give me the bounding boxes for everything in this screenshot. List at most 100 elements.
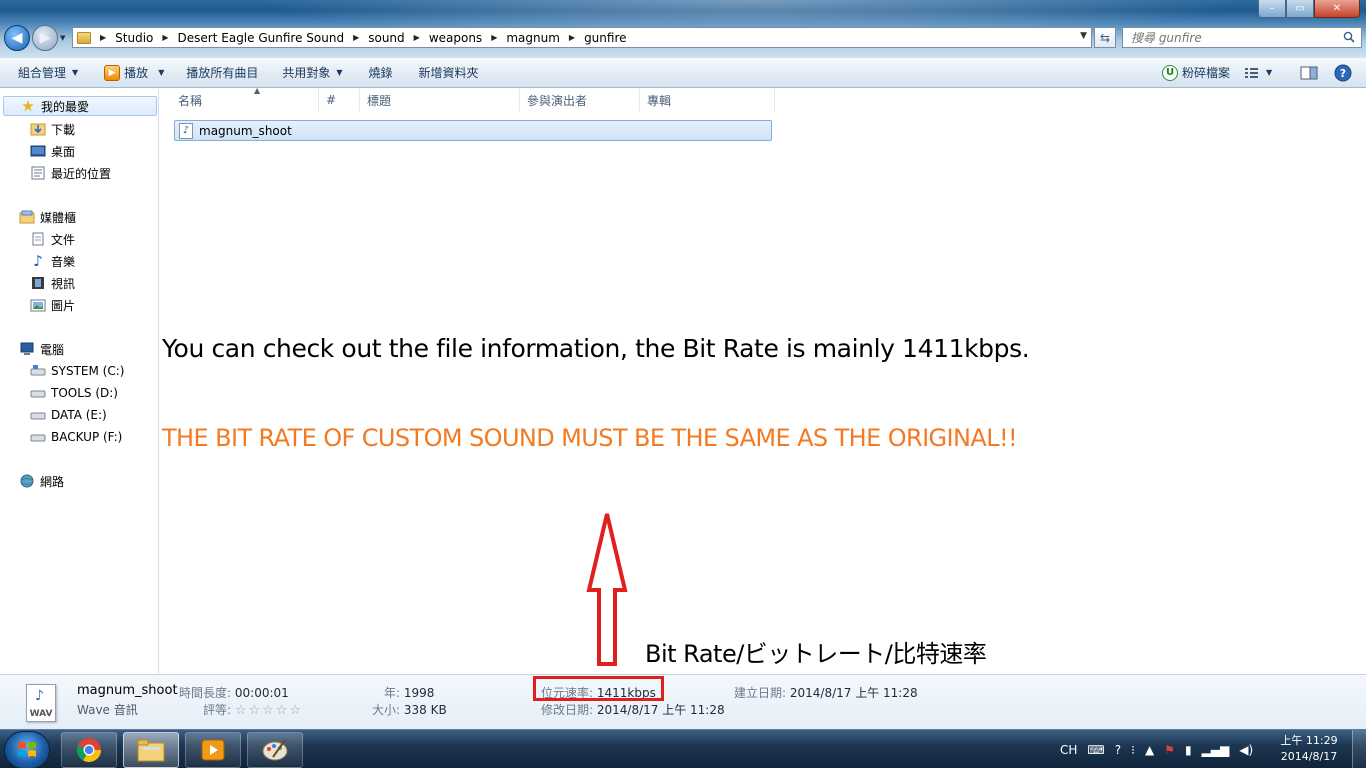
keyboard-icon[interactable]: ⌨	[1087, 743, 1104, 757]
details-file-name: magnum_shoot	[77, 683, 178, 698]
refresh-button[interactable]: ⇆	[1094, 27, 1116, 48]
column-header-title[interactable]: 標題	[361, 89, 520, 111]
breadcrumb-separator-icon[interactable]: ▶	[162, 33, 168, 42]
taskbar-paint[interactable]	[247, 732, 303, 768]
shred-file-button[interactable]: U 粉碎檔案	[1158, 58, 1234, 88]
recent-pages-dropdown[interactable]: ▼	[60, 34, 68, 42]
chrome-icon	[76, 738, 101, 763]
computer-icon	[19, 341, 35, 357]
breadcrumb-separator-icon[interactable]: ▶	[100, 33, 106, 42]
nav-documents-label: 文件	[51, 232, 76, 247]
search-icon[interactable]	[1343, 31, 1355, 43]
column-header-name[interactable]: 名稱 ▲	[172, 86, 319, 111]
star-icon: ★	[21, 97, 35, 115]
show-desktop-button[interactable]	[1352, 730, 1366, 768]
nav-recent-places[interactable]: 最近的位置	[30, 163, 111, 183]
change-view-button[interactable]: ▼	[1240, 58, 1276, 88]
breadcrumb-desert-eagle[interactable]: Desert Eagle Gunfire Sound	[178, 31, 345, 45]
year-value[interactable]: 1998	[404, 686, 435, 700]
length-value[interactable]: 00:00:01	[235, 686, 289, 700]
nav-drive-c[interactable]: SYSTEM (C:)	[30, 361, 124, 381]
breadcrumb-separator-icon[interactable]: ▶	[491, 33, 497, 42]
drive-icon	[30, 385, 46, 401]
nav-libraries[interactable]: 媒體櫃	[19, 207, 76, 227]
burn-button[interactable]: 燒錄	[365, 58, 397, 88]
details-length: 時間長度: 00:00:01	[179, 684, 289, 701]
nav-downloads[interactable]: 下載	[30, 119, 75, 139]
nav-videos[interactable]: 視訊	[30, 273, 75, 293]
nav-documents[interactable]: 文件	[30, 229, 75, 249]
breadcrumb-studio[interactable]: Studio	[115, 31, 153, 45]
start-button[interactable]	[4, 731, 50, 768]
help-button[interactable]: ?	[1330, 58, 1356, 88]
play-all-button[interactable]: 播放所有曲目	[182, 58, 262, 88]
search-input[interactable]	[1131, 30, 1331, 45]
system-tray: CH ⌨ ? ⁝ ▲ ⚑ ▮ ▂▄▆ ◀)	[1060, 730, 1263, 768]
column-header-artists[interactable]: 參與演出者	[521, 89, 640, 111]
file-row[interactable]: ♪ magnum_shoot	[174, 120, 772, 141]
clock[interactable]: 上午 11:29 2014/8/17	[1276, 733, 1342, 765]
libraries-icon	[19, 209, 35, 225]
music-note-icon: ♪	[33, 252, 43, 270]
audio-file-icon: ♪	[179, 122, 193, 139]
column-headers: 名稱 ▲ # 標題 參與演出者 專輯	[160, 86, 780, 111]
command-bar: 組合管理 ▼ ▶ 播放 ▼ 播放所有曲目 共用對象 ▼ 燒錄 新增資料夾 U 粉…	[0, 58, 1366, 88]
breadcrumb-weapons[interactable]: weapons	[429, 31, 482, 45]
details-rating: 評等: ☆☆☆☆☆	[203, 701, 303, 718]
taskbar-explorer[interactable]	[123, 732, 179, 768]
nav-desktop[interactable]: 桌面	[30, 141, 75, 161]
modified-key: 修改日期:	[541, 703, 594, 717]
breadcrumb-magnum[interactable]: magnum	[506, 31, 560, 45]
nav-drive-f[interactable]: BACKUP (F:)	[30, 427, 122, 447]
action-center-flag-icon[interactable]: ⚑	[1164, 743, 1175, 757]
nav-drive-d[interactable]: TOOLS (D:)	[30, 383, 118, 403]
column-header-album[interactable]: 專輯	[641, 89, 775, 111]
network-signal-icon[interactable]: ▂▄▆	[1202, 743, 1230, 757]
show-hidden-icons-icon[interactable]: ▲	[1145, 743, 1154, 757]
desktop-icon	[30, 143, 46, 159]
shred-label: 粉碎檔案	[1182, 66, 1231, 80]
nav-computer[interactable]: 電腦	[19, 339, 64, 359]
volume-icon[interactable]: ◀)	[1239, 743, 1253, 757]
nav-pictures[interactable]: 圖片	[30, 295, 75, 315]
breadcrumb-separator-icon[interactable]: ▶	[569, 33, 575, 42]
help-icon[interactable]: ?	[1115, 743, 1121, 757]
search-box[interactable]	[1122, 27, 1362, 48]
preview-pane-button[interactable]	[1296, 58, 1322, 88]
breadcrumb-gunfire[interactable]: gunfire	[584, 31, 626, 45]
taskbar-media-player[interactable]	[185, 732, 241, 768]
address-bar[interactable]: ▶ Studio ▶ Desert Eagle Gunfire Sound ▶ …	[72, 27, 1092, 48]
column-header-number[interactable]: #	[320, 89, 360, 111]
close-button[interactable]: ✕	[1314, 0, 1360, 18]
ime-options-icon[interactable]: ⁝	[1131, 743, 1135, 757]
nav-network[interactable]: 網路	[19, 471, 64, 491]
minimize-button[interactable]: –	[1258, 0, 1286, 18]
play-menu[interactable]: ▶ 播放 ▼	[100, 58, 168, 88]
drive-icon	[30, 429, 46, 445]
share-with-menu[interactable]: 共用對象 ▼	[278, 58, 346, 88]
length-key: 時間長度:	[179, 686, 232, 700]
new-folder-button[interactable]: 新增資料夾	[415, 58, 483, 88]
taskbar-chrome[interactable]	[61, 732, 117, 768]
breadcrumb-separator-icon[interactable]: ▶	[414, 33, 420, 42]
address-dropdown-icon[interactable]: ▼	[1080, 31, 1087, 41]
back-button[interactable]: ◀	[4, 25, 30, 51]
forward-button[interactable]: ▶	[32, 25, 58, 51]
nav-drive-e[interactable]: DATA (E:)	[30, 405, 107, 425]
breadcrumb-separator-icon[interactable]: ▶	[353, 33, 359, 42]
power-icon[interactable]: ▮	[1185, 743, 1192, 757]
nav-favorites[interactable]: ★ 我的最愛	[3, 96, 157, 116]
file-list: 名稱 ▲ # 標題 參與演出者 專輯 ♪ magnum_shoot	[160, 86, 1366, 674]
maximize-button[interactable]: ▭	[1286, 0, 1314, 18]
column-name-label: 名稱	[178, 93, 203, 108]
documents-icon	[30, 231, 46, 247]
language-indicator[interactable]: CH	[1060, 743, 1077, 757]
breadcrumb-sound[interactable]: sound	[368, 31, 404, 45]
organize-label: 組合管理	[18, 66, 67, 80]
svg-text:?: ?	[1340, 67, 1346, 80]
details-size: 大小: 338 KB	[372, 701, 447, 718]
organize-menu[interactable]: 組合管理 ▼	[14, 58, 82, 88]
nav-music[interactable]: ♪ 音樂	[30, 251, 75, 271]
rating-stars-icon[interactable]: ☆☆☆☆☆	[235, 703, 303, 718]
chevron-down-icon: ▼	[158, 68, 165, 77]
